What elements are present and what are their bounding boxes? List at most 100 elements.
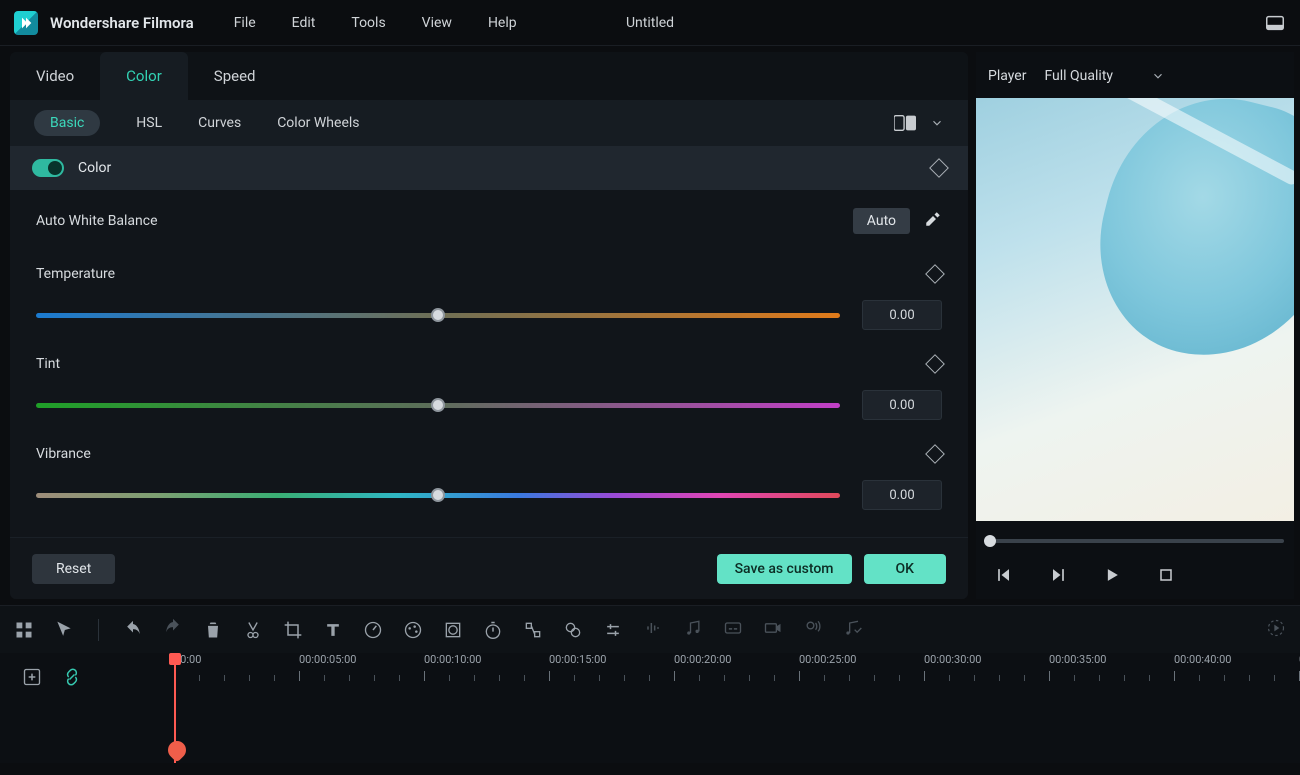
temperature-handle[interactable] [431,308,445,322]
tint-group: Tint 0.00 [36,356,942,420]
timer-icon[interactable] [483,620,503,640]
chevron-down-icon[interactable] [930,116,944,130]
record-icon [763,618,783,638]
app-logo [14,11,38,35]
adjust-panel: Video Color Speed Basic HSL Curves Color… [10,52,968,599]
scrub-handle[interactable] [984,535,996,547]
time-mark: 00:00:10:00 [424,653,481,666]
time-mark: 00:00:30:00 [924,653,981,666]
layout-toggle-icon[interactable] [1264,12,1286,34]
scrub-bar[interactable] [976,531,1294,551]
tab-color[interactable]: Color [100,52,188,100]
delete-icon[interactable] [203,620,223,640]
tint-slider[interactable] [36,403,840,408]
save-custom-button[interactable]: Save as custom [717,554,852,584]
effects-icon[interactable] [563,620,583,640]
undo-icon[interactable] [123,620,143,640]
cursor-icon[interactable] [54,620,74,640]
voiceover-icon [803,618,823,638]
vibrance-value[interactable]: 0.00 [862,480,942,510]
document-title: Untitled [626,15,674,31]
tab-video[interactable]: Video [10,52,100,100]
section-color-header: Color [10,146,968,190]
link-icon[interactable] [62,667,82,687]
chevron-down-icon [1151,69,1165,83]
vibrance-slider[interactable] [36,493,840,498]
keyframe-tint-icon[interactable] [925,354,945,374]
keyframe-color-icon[interactable] [929,158,949,178]
keyframe-temperature-icon[interactable] [925,264,945,284]
player-title: Player [988,68,1026,84]
tint-handle[interactable] [431,398,445,412]
audio-eq-icon [643,618,663,638]
menu-file[interactable]: File [234,15,256,31]
subtab-basic[interactable]: Basic [34,110,100,136]
time-ruler[interactable]: 00:0000:00:05:0000:00:10:0000:00:15:0000… [160,653,1300,693]
ok-button[interactable]: OK [864,554,947,584]
clip-handle[interactable] [164,737,189,762]
timeline: 00:0000:00:05:0000:00:10:0000:00:15:0000… [0,653,1300,763]
subtab-hsl[interactable]: HSL [136,115,162,131]
transport-controls [976,551,1294,599]
quality-select[interactable]: Full Quality [1044,68,1165,84]
compare-view-icon[interactable] [894,115,916,131]
color-icon[interactable] [403,620,423,640]
timeline-toolbar [0,605,1300,653]
color-toggle[interactable] [32,159,64,177]
video-preview[interactable] [976,98,1294,521]
subtitle-icon [723,618,743,638]
primary-tabs: Video Color Speed [10,52,968,100]
adjust-icon[interactable] [603,620,623,640]
speed-icon[interactable] [363,620,383,640]
temperature-slider[interactable] [36,313,840,318]
time-mark: 00:00:40:00 [1174,653,1231,666]
time-mark: 00:00:20:00 [674,653,731,666]
menubar: Wondershare Filmora File Edit Tools View… [0,0,1300,46]
tint-label: Tint [36,356,60,372]
crop-icon[interactable] [283,620,303,640]
auto-button[interactable]: Auto [853,208,910,234]
next-frame-icon[interactable] [1048,565,1068,585]
section-color-label: Color [78,160,111,176]
text-icon[interactable] [323,620,343,640]
add-track-icon[interactable] [22,667,42,687]
quality-value: Full Quality [1044,68,1113,84]
temperature-group: Temperature 0.00 [36,266,942,330]
tab-speed[interactable]: Speed [188,52,282,100]
preview-content [1076,98,1294,382]
time-mark: 00:00:15:00 [549,653,606,666]
time-mark: 00:00:25:00 [799,653,856,666]
vibrance-label: Vibrance [36,446,91,462]
menu-edit[interactable]: Edit [292,15,316,31]
timeline-body[interactable]: 00:0000:00:05:0000:00:10:0000:00:15:0000… [160,653,1300,763]
mask-icon[interactable] [443,620,463,640]
redo-icon [163,618,183,638]
render-icon [1266,618,1286,638]
vibrance-handle[interactable] [431,488,445,502]
menu-tools[interactable]: Tools [351,15,385,31]
menu-help[interactable]: Help [488,15,517,31]
eyedropper-icon[interactable] [924,210,942,232]
temperature-label: Temperature [36,266,115,282]
stop-icon[interactable] [1156,565,1176,585]
prev-frame-icon[interactable] [994,565,1014,585]
play-icon[interactable] [1102,565,1122,585]
temperature-value[interactable]: 0.00 [862,300,942,330]
time-mark: 00:00:35:00 [1049,653,1106,666]
subtab-curves[interactable]: Curves [198,115,241,131]
keyframe-tool-icon[interactable] [523,620,543,640]
cut-icon[interactable] [243,620,263,640]
controls-scroll[interactable]: Auto White Balance Auto Temperature 0.00 [10,190,968,537]
subtab-colorwheels[interactable]: Color Wheels [277,115,359,131]
music-icon [683,618,703,638]
audio-sync-icon [843,618,863,638]
keyframe-vibrance-icon[interactable] [925,444,945,464]
menu-view[interactable]: View [422,15,452,31]
vibrance-group: Vibrance 0.00 [36,446,942,510]
awb-label: Auto White Balance [36,213,158,229]
app-title: Wondershare Filmora [50,14,194,32]
time-mark: 00:00:05:00 [299,653,356,666]
tint-value[interactable]: 0.00 [862,390,942,420]
reset-button[interactable]: Reset [32,554,115,584]
layout-grid-icon[interactable] [14,620,34,640]
